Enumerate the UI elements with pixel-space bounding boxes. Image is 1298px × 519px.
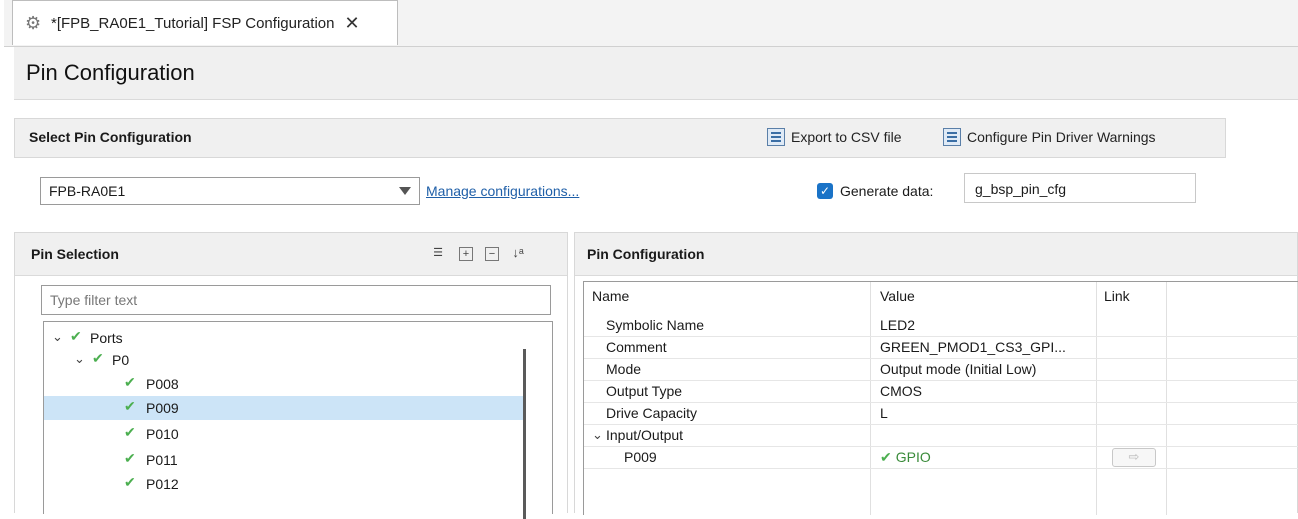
pin-configuration-select[interactable]: FPB-RA0E1 (40, 177, 420, 205)
generate-data-input[interactable]: g_bsp_pin_cfg (964, 173, 1196, 203)
row-value[interactable]: LED2 (880, 317, 915, 333)
filter-placeholder: Type filter text (50, 292, 138, 308)
section-title: Select Pin Configuration (29, 129, 192, 145)
check-icon: ✔ (124, 424, 136, 440)
pin-selection-panel: Pin Selection ☰ + − ↓ᵃ Type filter text … (14, 232, 568, 519)
table-row[interactable]: Mode Output mode (Initial Low) (584, 358, 1298, 381)
pin-configuration-value: FPB-RA0E1 (49, 183, 126, 199)
tree-item-p0[interactable]: ⌄ ✔ P0 (44, 348, 524, 372)
row-value[interactable]: Output mode (Initial Low) (880, 361, 1036, 377)
generate-data-value: g_bsp_pin_cfg (975, 181, 1067, 197)
generate-data-checkbox[interactable]: ✓ (817, 183, 833, 199)
row-name: Drive Capacity (606, 405, 698, 421)
warnings-label: Configure Pin Driver Warnings (967, 129, 1156, 145)
row-name: P009 (624, 449, 657, 465)
row-name: Comment (606, 339, 667, 355)
column-header-link[interactable]: Link (1104, 288, 1130, 304)
properties-table: Name Value Link Symbolic Name LED2 Comme… (583, 281, 1298, 515)
check-icon: ✔ (124, 450, 136, 466)
list-view-icon[interactable]: ☰ (431, 247, 445, 261)
check-icon: ✔ (70, 328, 82, 344)
table-row[interactable]: Symbolic Name LED2 (584, 314, 1298, 337)
chevron-down-icon (399, 187, 411, 195)
manage-configurations-link[interactable]: Manage configurations... (426, 183, 579, 199)
row-name: Symbolic Name (606, 317, 705, 333)
tab-title: *[FPB_RA0E1_Tutorial] FSP Configuration (51, 14, 335, 32)
editor-tab-strip: ⚙ *[FPB_RA0E1_Tutorial] FSP Configuratio… (4, 0, 1298, 47)
tree-item-ports[interactable]: ⌄ ✔ Ports (44, 326, 524, 350)
sort-az-icon[interactable]: ↓ᵃ (511, 246, 525, 261)
row-name: Input/Output (606, 427, 684, 443)
check-icon: ✔ (92, 350, 104, 366)
pin-selection-title: Pin Selection (31, 246, 119, 262)
chevron-down-icon[interactable]: ⌄ (592, 427, 603, 443)
table-row[interactable]: Drive Capacity L (584, 402, 1298, 425)
tree-item-label: Ports (90, 330, 123, 346)
pin-tree: ⌄ ✔ Ports ⌄ ✔ P0 ✔ P008 ✔ P009 ✔ P010 ✔ … (43, 321, 553, 514)
close-icon[interactable]: ✕ (344, 13, 359, 34)
tree-scrollbar[interactable] (523, 349, 526, 519)
export-label: Export to CSV file (791, 129, 902, 145)
gear-icon: ⚙ (25, 13, 42, 33)
chevron-down-icon[interactable]: ⌄ (52, 329, 63, 345)
row-value[interactable]: GREEN_PMOD1_CS3_GPI... (880, 339, 1066, 355)
chevron-down-icon[interactable]: ⌄ (74, 351, 85, 367)
row-name: Output Type (606, 383, 683, 399)
generate-data-label: Generate data: (840, 183, 934, 199)
select-pin-configuration-section: Select Pin Configuration Export to CSV f… (14, 118, 1226, 158)
page-header: Pin Configuration (14, 47, 1298, 100)
filter-input[interactable]: Type filter text (41, 285, 551, 315)
check-icon: ✔ (124, 398, 136, 414)
tree-item-label: P012 (146, 476, 179, 492)
row-value[interactable]: ✔ GPIO (880, 449, 931, 466)
expand-all-icon[interactable]: + (459, 247, 473, 261)
editor-tab[interactable]: ⚙ *[FPB_RA0E1_Tutorial] FSP Configuratio… (12, 0, 398, 45)
tree-item-label: P011 (146, 452, 178, 468)
export-icon (767, 128, 785, 146)
table-row[interactable]: P009 ✔ GPIO ⇨ (584, 446, 1298, 469)
row-value[interactable]: L (880, 405, 888, 421)
warnings-icon (943, 128, 961, 146)
configure-warnings-button[interactable]: Configure Pin Driver Warnings (943, 128, 1156, 146)
tree-item-label: P009 (146, 400, 179, 416)
collapse-all-icon[interactable]: − (485, 247, 499, 261)
table-row[interactable]: ⌄ Input/Output (584, 424, 1298, 447)
tree-item-label: P0 (112, 352, 130, 368)
check-icon: ✔ (880, 449, 892, 465)
tree-item-p012[interactable]: ✔ P012 (44, 472, 524, 496)
check-icon: ✔ (124, 474, 136, 490)
row-value[interactable]: CMOS (880, 383, 922, 399)
pin-configuration-title: Pin Configuration (587, 246, 705, 262)
link-arrow-button[interactable]: ⇨ (1112, 448, 1156, 467)
tree-item-p011[interactable]: ✔ P011 (44, 448, 524, 472)
gpio-value: GPIO (895, 449, 931, 465)
column-header-value[interactable]: Value (880, 288, 915, 304)
pin-configuration-panel: Pin Configuration Name Value Link Symbol… (574, 232, 1298, 515)
table-row[interactable]: Comment GREEN_PMOD1_CS3_GPI... (584, 336, 1298, 359)
tree-item-label: P010 (146, 426, 179, 442)
tree-item-p010[interactable]: ✔ P010 (44, 422, 524, 446)
tree-item-p008[interactable]: ✔ P008 (44, 372, 524, 396)
tree-item-label: P008 (146, 376, 179, 392)
check-icon: ✔ (124, 374, 136, 390)
page-title: Pin Configuration (26, 60, 195, 85)
row-name: Mode (606, 361, 642, 377)
table-row[interactable]: Output Type CMOS (584, 380, 1298, 403)
column-header-name[interactable]: Name (592, 288, 629, 304)
tree-item-p009[interactable]: ✔ P009 (44, 396, 524, 420)
export-csv-button[interactable]: Export to CSV file (767, 128, 902, 146)
